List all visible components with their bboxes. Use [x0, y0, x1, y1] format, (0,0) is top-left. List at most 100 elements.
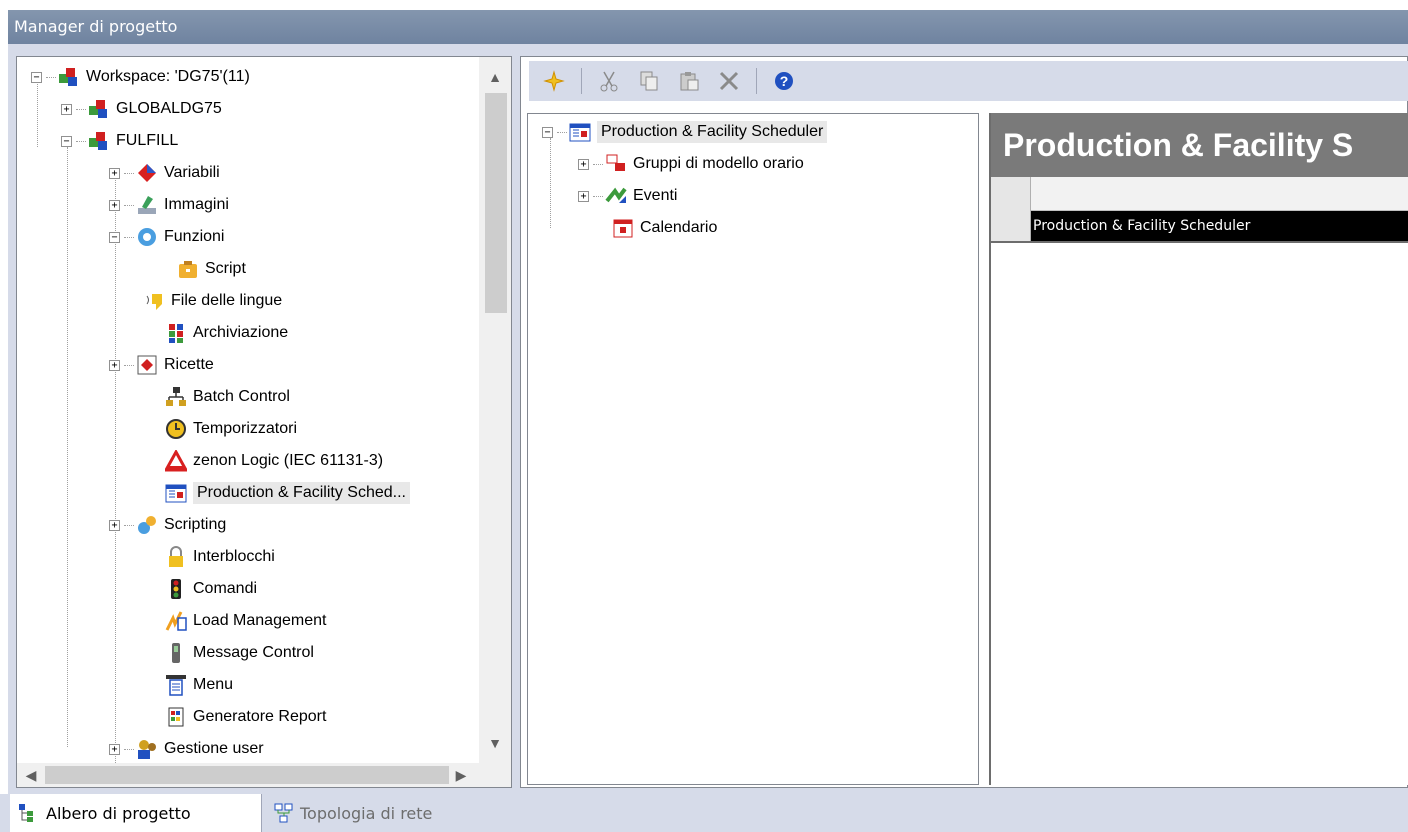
- scroll-left-icon[interactable]: ◀: [17, 763, 45, 787]
- project-icon: [88, 130, 110, 152]
- expand-toggle[interactable]: +: [109, 519, 120, 531]
- tree-item-generatore-report[interactable]: Generatore Report: [165, 701, 326, 733]
- project-tree-vertical-scrollbar[interactable]: ▲ ▼: [479, 57, 511, 763]
- tree-item-archiviazione[interactable]: Archiviazione: [165, 317, 288, 349]
- tab-albero-di-progetto[interactable]: Albero di progetto: [10, 794, 262, 832]
- grid-row-selected[interactable]: Production & Facility Scheduler: [991, 211, 1408, 241]
- row-header[interactable]: [991, 211, 1031, 241]
- scripting-icon: [136, 514, 158, 536]
- project-tree[interactable]: − Workspace: 'DG75'(11) + GLOBALDG75 − F…: [17, 57, 479, 763]
- calendar-icon: [612, 217, 634, 239]
- tree-item-gestione-user[interactable]: + Gestione user: [109, 733, 264, 763]
- tree-item-batch-control[interactable]: Batch Control: [165, 381, 290, 413]
- archive-icon: [165, 322, 187, 344]
- tree-item-workspace[interactable]: − Workspace: 'DG75'(11): [31, 61, 250, 93]
- tree-item-label: Comandi: [193, 580, 258, 597]
- grid-cell[interactable]: Production & Facility Scheduler: [1033, 211, 1250, 241]
- tree-item-label: Workspace: 'DG75'(11): [86, 68, 250, 85]
- paste-icon[interactable]: [676, 68, 702, 94]
- grid-corner: [991, 177, 1031, 211]
- scheduler-icon: [165, 482, 187, 504]
- expand-toggle[interactable]: +: [578, 158, 589, 170]
- scheduler-tree-item-calendario[interactable]: Calendario: [612, 212, 717, 244]
- tree-item-load-management[interactable]: Load Management: [165, 605, 326, 637]
- collapse-toggle[interactable]: −: [61, 135, 72, 147]
- delete-icon[interactable]: [716, 68, 742, 94]
- tree-item-label: Funzioni: [164, 228, 225, 245]
- toolbar-separator: [581, 68, 582, 94]
- tree-item-file-delle-lingue[interactable]: File delle lingue: [143, 285, 282, 317]
- commands-icon: [165, 578, 187, 600]
- scrollbar-thumb[interactable]: [45, 766, 449, 784]
- expand-toggle[interactable]: +: [109, 359, 120, 371]
- project-tree-panel: − Workspace: 'DG75'(11) + GLOBALDG75 − F…: [16, 56, 512, 788]
- toolbar-separator: [756, 68, 757, 94]
- tree-item-comandi[interactable]: Comandi: [165, 573, 257, 605]
- scheduler-toolbar: ?: [529, 61, 1408, 101]
- bottom-tab-bar: Albero di progetto Topologia di rete: [0, 794, 1408, 832]
- new-icon[interactable]: [541, 68, 567, 94]
- grid-separator: [991, 241, 1408, 243]
- tree-item-label: Ricette: [164, 356, 214, 373]
- report-generator-icon: [165, 706, 187, 728]
- zenon-logic-icon: [163, 448, 189, 472]
- batch-control-icon: [165, 386, 187, 408]
- tree-item-funzioni[interactable]: − Funzioni: [109, 221, 224, 253]
- tree-item-label: Temporizzatori: [193, 420, 298, 437]
- tree-item-variabili[interactable]: + Variabili: [109, 157, 220, 189]
- tree-item-script[interactable]: Script: [177, 253, 246, 285]
- scroll-right-icon[interactable]: ▶: [447, 763, 475, 787]
- collapse-toggle[interactable]: −: [542, 126, 553, 138]
- scheduler-tree[interactable]: − Production & Facility Scheduler + Grup…: [527, 113, 979, 785]
- language-files-icon: [143, 290, 165, 312]
- scroll-up-icon[interactable]: ▲: [479, 63, 511, 91]
- window-title: Manager di progetto: [14, 17, 178, 36]
- cut-icon[interactable]: [596, 68, 622, 94]
- tree-item-label: Gruppi di modello orario: [633, 155, 804, 172]
- tree-item-label: Immagini: [164, 196, 229, 213]
- functions-icon: [136, 226, 158, 248]
- expand-toggle[interactable]: +: [109, 167, 120, 179]
- copy-icon[interactable]: [636, 68, 662, 94]
- tree-item-message-control[interactable]: Message Control: [165, 637, 314, 669]
- expand-toggle[interactable]: +: [109, 743, 120, 755]
- tree-connector: [115, 173, 116, 763]
- tree-connector: [550, 138, 551, 228]
- tree-item-interblocchi[interactable]: Interblocchi: [165, 541, 275, 573]
- scheduler-tree-root[interactable]: − Production & Facility Scheduler: [542, 116, 828, 148]
- scheduler-panel: ? − Production & Facility Scheduler + Gr…: [520, 56, 1408, 788]
- expand-toggle[interactable]: +: [61, 103, 72, 115]
- grid-header: [991, 177, 1408, 211]
- tab-topologia-di-rete[interactable]: Topologia di rete: [266, 794, 506, 832]
- expand-toggle[interactable]: +: [109, 199, 120, 211]
- collapse-toggle[interactable]: −: [109, 231, 120, 243]
- scheduler-tree-item-eventi[interactable]: + Eventi: [578, 180, 677, 212]
- workspace-icon: [58, 66, 80, 88]
- screens-icon: [136, 194, 158, 216]
- scrollbar-thumb[interactable]: [485, 93, 507, 313]
- tree-item-production-facility-scheduler[interactable]: Production & Facility Sched...: [165, 477, 410, 509]
- script-icon: [177, 258, 199, 280]
- tree-item-label: Production & Facility Sched...: [193, 482, 410, 504]
- expand-toggle[interactable]: +: [578, 190, 589, 202]
- tab-label: Albero di progetto: [46, 803, 191, 823]
- tree-item-scripting[interactable]: + Scripting: [109, 509, 226, 541]
- scroll-down-icon[interactable]: ▼: [479, 729, 511, 757]
- project-tree-horizontal-scrollbar[interactable]: ◀ ▶: [17, 763, 511, 787]
- tree-item-ricette[interactable]: + Ricette: [109, 349, 214, 381]
- tree-item-label: Production & Facility Scheduler: [597, 121, 828, 143]
- help-icon[interactable]: ?: [771, 68, 797, 94]
- tree-item-label: Script: [205, 260, 246, 277]
- tree-item-fulfill[interactable]: − FULFILL: [61, 125, 178, 157]
- tree-item-label: zenon Logic (IEC 61131-3): [193, 452, 384, 469]
- tree-item-temporizzatori[interactable]: Temporizzatori: [165, 413, 297, 445]
- tree-item-zenon-logic[interactable]: zenon Logic (IEC 61131-3): [163, 445, 384, 477]
- scheduler-tree-item-gruppi[interactable]: + Gruppi di modello orario: [578, 148, 804, 180]
- collapse-toggle[interactable]: −: [31, 71, 42, 83]
- tree-item-label: Archiviazione: [193, 324, 289, 341]
- tree-item-globaldg75[interactable]: + GLOBALDG75: [61, 93, 222, 125]
- events-icon: [605, 185, 627, 207]
- tree-item-immagini[interactable]: + Immagini: [109, 189, 229, 221]
- variables-icon: [136, 162, 158, 184]
- tree-item-menu[interactable]: Menu: [165, 669, 233, 701]
